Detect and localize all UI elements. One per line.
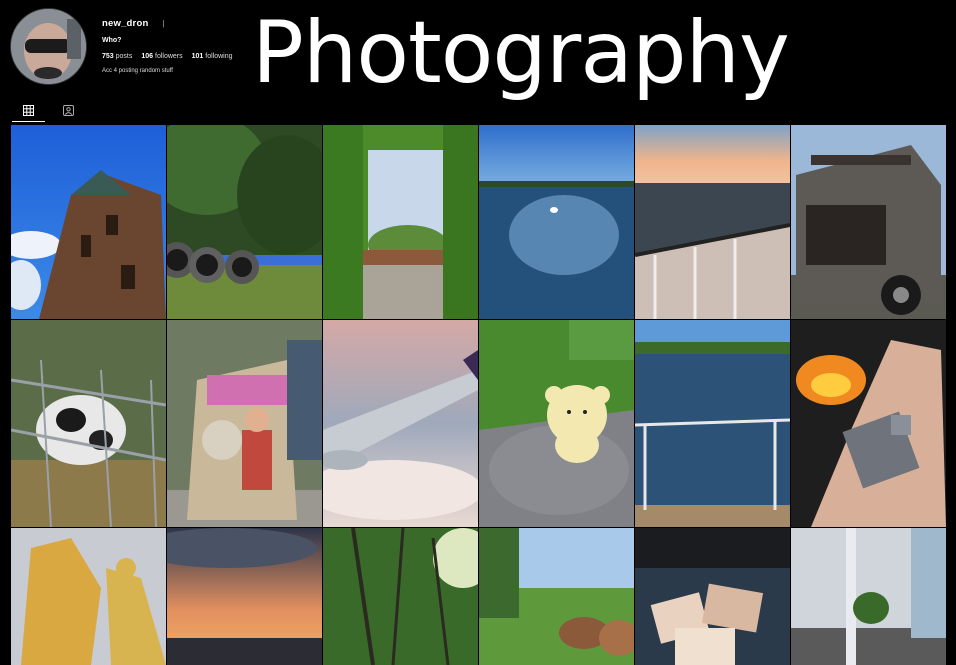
- post-church-tower[interactable]: [11, 125, 166, 319]
- post-highland-cattle[interactable]: [479, 528, 634, 665]
- post-sunset-pier[interactable]: [635, 125, 790, 319]
- post-forest-pipes[interactable]: [167, 125, 322, 319]
- post-golden-statue[interactable]: [11, 528, 166, 665]
- post-sunlit-forest[interactable]: [323, 528, 478, 665]
- bio: Acc 4 posting random stuff: [102, 68, 173, 74]
- tab-tagged[interactable]: [52, 100, 85, 121]
- avatar[interactable]: [10, 8, 87, 85]
- post-river-sunset[interactable]: [167, 528, 322, 665]
- post-graffiti-box[interactable]: [167, 320, 322, 527]
- post-station-interior[interactable]: [791, 528, 946, 665]
- post-postcards[interactable]: [635, 528, 790, 665]
- tab-posts[interactable]: [12, 100, 45, 122]
- post-lake-railing[interactable]: [635, 320, 790, 527]
- tagged-icon: [63, 105, 74, 116]
- post-garden-arch[interactable]: [323, 125, 478, 319]
- profile-tabs: [12, 100, 946, 123]
- grid-icon: [23, 105, 34, 116]
- profile-stats: 753 posts 106 followers 101 following: [102, 53, 233, 60]
- post-burnt-van[interactable]: [791, 125, 946, 319]
- post-calf-fence[interactable]: [11, 320, 166, 527]
- separator-icon: |: [162, 19, 165, 28]
- post-plane-wing[interactable]: [323, 320, 478, 527]
- display-name: Who?: [102, 37, 122, 44]
- followers-stat[interactable]: 106 followers: [141, 53, 182, 60]
- following-stat[interactable]: 101 following: [192, 53, 233, 60]
- overlay-title: Photography: [252, 3, 790, 103]
- post-hand-charm-fire[interactable]: [791, 320, 946, 527]
- username[interactable]: new_dron: [102, 18, 148, 29]
- post-lake-swan[interactable]: [479, 125, 634, 319]
- posts-stat: 753 posts: [102, 53, 133, 60]
- profile-header: new_dron | Who? 753 posts 106 followers …: [102, 18, 233, 74]
- post-teddy-rock[interactable]: [479, 320, 634, 527]
